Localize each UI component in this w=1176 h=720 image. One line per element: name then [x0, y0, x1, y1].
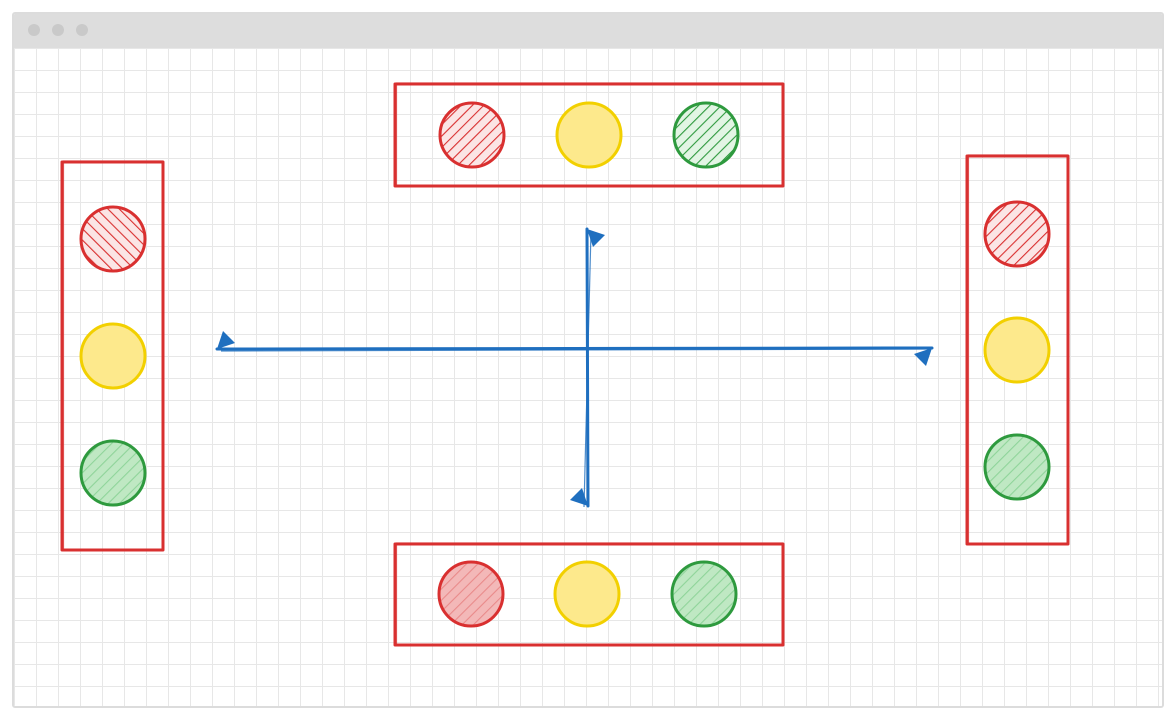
light-circle-green [672, 101, 740, 169]
traffic-light-south-green [670, 560, 738, 628]
traffic-light-west-yellow [79, 322, 147, 390]
light-circle-red [983, 200, 1051, 268]
light-circle-yellow [555, 101, 623, 169]
traffic-light-west-green [79, 439, 147, 507]
light-circle-yellow [79, 322, 147, 390]
traffic-light-east-yellow [983, 316, 1051, 384]
traffic-light-north-yellow [555, 101, 623, 169]
vertical-double-arrow [570, 227, 605, 508]
traffic-light-east-red [983, 200, 1051, 268]
vertical-double-arrow-head [587, 229, 605, 247]
traffic-light-west-red [79, 205, 147, 273]
light-circle-yellow [553, 560, 621, 628]
sketch-diagram [60, 82, 1070, 647]
light-circle-green [983, 433, 1051, 501]
traffic-light-south-yellow [553, 560, 621, 628]
traffic-light-north-green [672, 101, 740, 169]
light-circle-red [438, 101, 506, 169]
horizontal-double-arrow-head [914, 348, 932, 366]
horizontal-double-arrow [215, 331, 934, 366]
traffic-light-east-green [983, 433, 1051, 501]
traffic-light-north-red [438, 101, 506, 169]
horizontal-double-arrow-head [217, 331, 235, 349]
traffic-light-south-red [437, 560, 505, 628]
light-circle-red [79, 205, 147, 273]
light-circle-yellow [983, 316, 1051, 384]
vertical-double-arrow-head [570, 488, 588, 506]
light-circle-red [437, 560, 505, 628]
light-circle-green [670, 560, 738, 628]
light-circle-green [79, 439, 147, 507]
